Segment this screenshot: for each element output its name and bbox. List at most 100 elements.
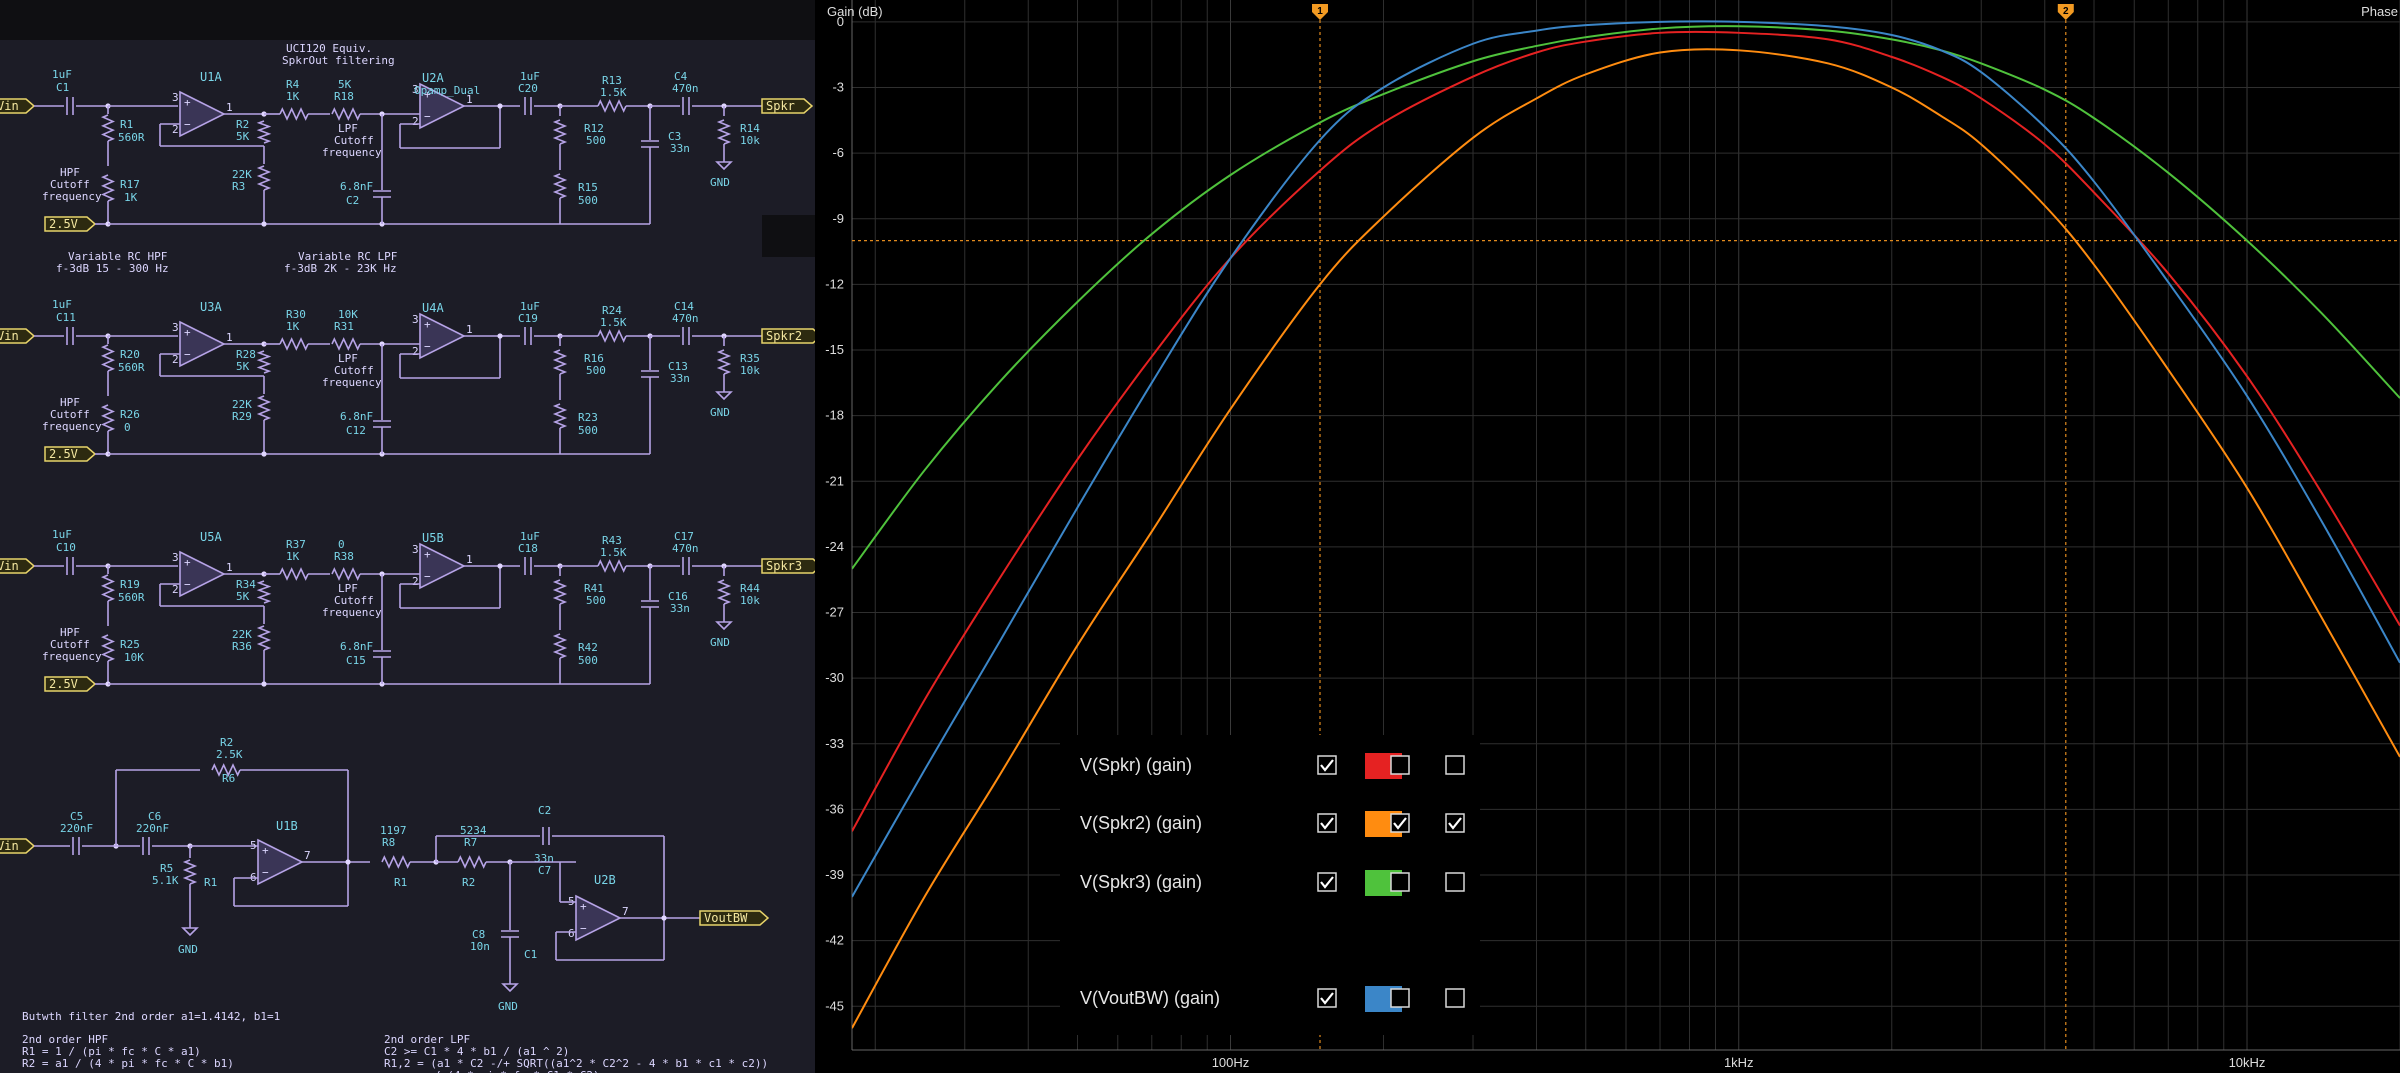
legend-entry-label: V(Spkr2) (gain): [1080, 813, 1202, 833]
schematic-text: R20: [120, 348, 140, 361]
schematic-text: R1: [394, 876, 407, 889]
schematic-text: R42: [578, 641, 598, 654]
schematic-text: 2.5V: [49, 447, 78, 461]
resistor-symbol: [256, 120, 272, 144]
schematic-text: 7: [304, 849, 311, 862]
y-tick-label: -15: [825, 342, 844, 357]
legend-checkbox[interactable]: [1445, 755, 1465, 775]
schematic-editor[interactable]: UCI120 Equiv. SpkrOut filtering Vin 1uF C1 R1…: [0, 40, 815, 1073]
top-strip: [0, 0, 815, 40]
schematic-text: 220nF: [136, 822, 169, 835]
resistor-symbol: [716, 119, 732, 145]
y-tick-label: -39: [825, 867, 844, 882]
resistor-symbol: [279, 567, 309, 581]
schematic-text: U5A: [200, 530, 222, 544]
schematic-text: 2: [412, 345, 419, 358]
schematic-text: −: [424, 340, 431, 353]
schematic-text: 33n: [670, 142, 690, 155]
legend-checkbox[interactable]: [1445, 988, 1465, 1008]
schematic-canvas[interactable]: UCI120 Equiv.SpkrOut filteringVin1uFC1R1…: [0, 40, 815, 1073]
schematic-text: 1K: [286, 90, 300, 103]
schematic-text: 2.5V: [49, 217, 78, 231]
junction: [497, 103, 503, 109]
schematic-text: −: [184, 578, 191, 591]
legend-checkbox[interactable]: [1390, 872, 1410, 892]
legend-checkbox[interactable]: [1317, 813, 1337, 833]
schematic-text: 33n: [670, 602, 690, 615]
schematic-text: 220nF: [60, 822, 93, 835]
schematic-text: Spkr2: [766, 329, 802, 343]
resistor-symbol: [331, 107, 361, 121]
schematic-text: 5: [250, 839, 257, 852]
schematic-text: 5K: [236, 590, 250, 603]
schematic-text: 500: [578, 194, 598, 207]
resistor-symbol: [100, 114, 116, 142]
schematic-text: 470n: [672, 312, 699, 325]
bode-plot[interactable]: 0-3-6-9-12-15-18-21-24-27-30-33-36-39-42…: [815, 0, 2400, 1073]
schematic-text: R23: [578, 411, 598, 424]
schematic-text: U1A: [200, 70, 222, 84]
junction: [497, 333, 503, 339]
schematic-text: R18: [334, 90, 354, 103]
schematic-text: R1: [204, 876, 217, 889]
y-tick-label: -3: [832, 80, 844, 95]
schematic-text: 10n: [470, 940, 490, 953]
schematic-text: R19: [120, 578, 140, 591]
y-tick-label: -42: [825, 933, 844, 948]
legend-checkbox[interactable]: [1445, 813, 1465, 833]
schematic-text: R26: [120, 408, 140, 421]
junction: [345, 859, 351, 865]
schematic-text: 2: [172, 353, 179, 366]
schematic-text: 6.8nF: [340, 180, 373, 193]
schematic-text: 10k: [740, 364, 760, 377]
schematic-text: 3: [172, 551, 179, 564]
schematic-text: GND: [178, 943, 198, 956]
legend-entry-label: V(Spkr) (gain): [1080, 755, 1192, 775]
ground-symbol: [715, 621, 733, 631]
schematic-text: 500: [578, 654, 598, 667]
legend-checkbox[interactable]: [1390, 755, 1410, 775]
schematic-text: 1: [226, 331, 233, 344]
simulation-plot[interactable]: 0 -3 -6 -9 -12 -15 -18 -21 -24 -27 -30 -33 -36 -39 -42…: [815, 0, 2400, 1073]
legend-entry-label: V(VoutBW) (gain): [1080, 988, 1220, 1008]
schematic-text: 5K: [236, 360, 250, 373]
schematic-text: f-3dB 2K - 23K Hz: [284, 262, 397, 275]
schematic-text: frequency: [42, 650, 102, 663]
legend-checkbox[interactable]: [1317, 988, 1337, 1008]
junction: [661, 915, 667, 921]
schematic-text: R36: [232, 640, 252, 653]
schematic-text: C1: [56, 81, 69, 94]
resistor-symbol: [381, 855, 411, 869]
schematic-text: Vin: [0, 329, 19, 343]
schematic-text: 1.5K: [600, 86, 627, 99]
y-tick-label: -30: [825, 670, 844, 685]
y-tick-label: -24: [825, 539, 844, 554]
schematic-text: +: [580, 900, 587, 913]
schematic-text: 500: [586, 364, 606, 377]
resistor-symbol: [279, 337, 309, 351]
schematic-text: 3: [172, 91, 179, 104]
schematic-text: GND: [710, 176, 730, 189]
schematic-text: C10: [56, 541, 76, 554]
schematic-text: U2A: [422, 71, 444, 85]
legend-checkbox[interactable]: [1317, 755, 1337, 775]
schematic-text: 33n: [670, 372, 690, 385]
junction: [261, 221, 267, 227]
x-tick-label: 100Hz: [1212, 1055, 1250, 1070]
resistor-symbol: [100, 174, 116, 202]
legend-checkbox[interactable]: [1317, 872, 1337, 892]
schematic-text: 2: [412, 115, 419, 128]
resistor-symbol: [256, 625, 272, 651]
schematic-text: R38: [334, 550, 354, 563]
y2-axis-label: Phase: [2361, 4, 2398, 19]
legend-checkbox[interactable]: [1390, 988, 1410, 1008]
legend-checkbox[interactable]: [1390, 813, 1410, 833]
schematic-text: C7: [538, 864, 551, 877]
legend-checkbox[interactable]: [1445, 872, 1465, 892]
legend[interactable]: V(Spkr) (gain) V(Spkr2) (gain) V(Spkr3) (g…: [1060, 735, 1480, 1035]
schematic-text: 1: [226, 101, 233, 114]
resistor-symbol: [100, 344, 116, 372]
schematic-text: 470n: [672, 542, 699, 555]
resistor-symbol: [331, 337, 361, 351]
schematic-text: 6.8nF: [340, 640, 373, 653]
